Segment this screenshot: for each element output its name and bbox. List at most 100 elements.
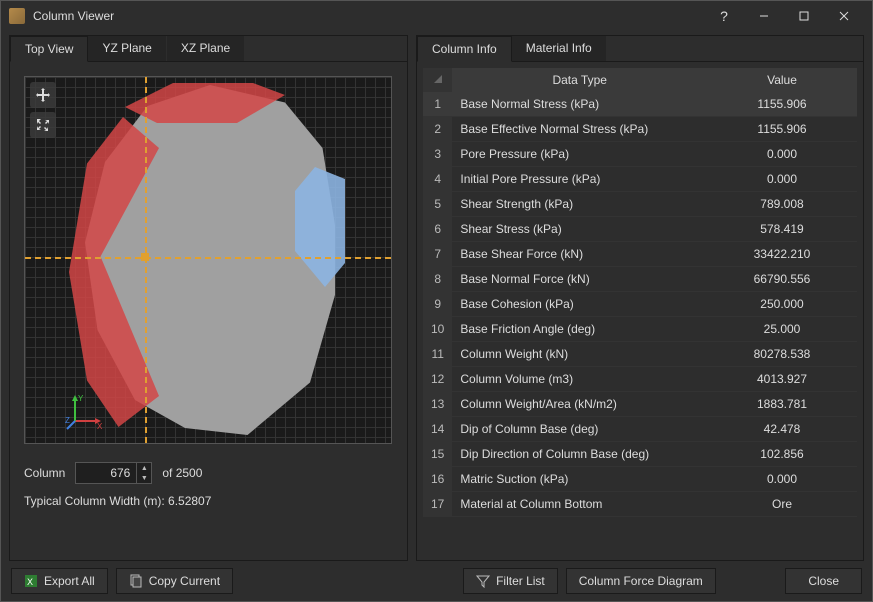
help-button[interactable]: ? xyxy=(704,2,744,30)
cell-data-type: Column Volume (m3) xyxy=(452,367,707,392)
window: Column Viewer ? Top View YZ Plane XZ Pla… xyxy=(0,0,873,602)
content: Top View YZ Plane XZ Plane xyxy=(1,31,872,561)
cell-data-type: Base Normal Stress (kPa) xyxy=(452,92,707,117)
table-row[interactable]: 11Column Weight (kN)80278.538 xyxy=(423,342,857,367)
svg-text:X: X xyxy=(97,422,103,431)
table-row[interactable]: 10Base Friction Angle (deg)25.000 xyxy=(423,317,857,342)
footer: X Export All Copy Current Filter List Co… xyxy=(1,561,872,601)
close-button[interactable]: Close xyxy=(785,568,862,594)
column-input[interactable] xyxy=(76,466,136,480)
tab-xz-plane[interactable]: XZ Plane xyxy=(167,36,245,61)
cell-value: Ore xyxy=(707,492,857,517)
table-row[interactable]: 4Initial Pore Pressure (kPa)0.000 xyxy=(423,167,857,192)
table-row[interactable]: 7Base Shear Force (kN)33422.210 xyxy=(423,242,857,267)
row-number: 15 xyxy=(423,442,452,467)
table-row[interactable]: 3Pore Pressure (kPa)0.000 xyxy=(423,142,857,167)
cell-value: 42.478 xyxy=(707,417,857,442)
svg-text:X: X xyxy=(27,577,33,587)
left-tabs: Top View YZ Plane XZ Plane xyxy=(10,36,407,62)
table-row[interactable]: 16Matric Suction (kPa)0.000 xyxy=(423,467,857,492)
row-number: 13 xyxy=(423,392,452,417)
tab-material-info[interactable]: Material Info xyxy=(512,36,607,61)
table-row[interactable]: 13Column Weight/Area (kN/m2)1883.781 xyxy=(423,392,857,417)
viewport[interactable]: X Y Z xyxy=(24,76,392,444)
row-number: 17 xyxy=(423,492,452,517)
copy-icon xyxy=(129,574,143,588)
cell-value: 1155.906 xyxy=(707,117,857,142)
row-number: 12 xyxy=(423,367,452,392)
export-all-button[interactable]: X Export All xyxy=(11,568,108,594)
filter-list-button[interactable]: Filter List xyxy=(463,568,558,594)
cell-value: 250.000 xyxy=(707,292,857,317)
close-window-button[interactable] xyxy=(824,2,864,30)
expand-icon xyxy=(35,117,51,133)
cell-data-type: Column Weight/Area (kN/m2) xyxy=(452,392,707,417)
cell-value: 80278.538 xyxy=(707,342,857,367)
table-row[interactable]: 9Base Cohesion (kPa)250.000 xyxy=(423,292,857,317)
cell-value: 1155.906 xyxy=(707,92,857,117)
header-data-type[interactable]: Data Type xyxy=(452,68,707,92)
tab-top-view[interactable]: Top View xyxy=(10,36,88,62)
maximize-icon xyxy=(799,11,809,21)
info-table-wrap[interactable]: Data Type Value 1Base Normal Stress (kPa… xyxy=(423,68,857,554)
pan-tool[interactable] xyxy=(30,82,56,108)
cell-value: 4013.927 xyxy=(707,367,857,392)
table-row[interactable]: 14Dip of Column Base (deg)42.478 xyxy=(423,417,857,442)
cell-value: 33422.210 xyxy=(707,242,857,267)
row-number: 3 xyxy=(423,142,452,167)
cell-value: 1883.781 xyxy=(707,392,857,417)
header-value[interactable]: Value xyxy=(707,68,857,92)
table-row[interactable]: 6Shear Stress (kPa)578.419 xyxy=(423,217,857,242)
typical-width: Typical Column Width (m): 6.52807 xyxy=(10,484,407,522)
column-step-up[interactable]: ▲ xyxy=(137,463,151,473)
tab-yz-plane[interactable]: YZ Plane xyxy=(88,36,166,61)
column-force-diagram-button[interactable]: Column Force Diagram xyxy=(566,568,716,594)
table-row[interactable]: 12Column Volume (m3)4013.927 xyxy=(423,367,857,392)
table-row[interactable]: 8Base Normal Force (kN)66790.556 xyxy=(423,267,857,292)
row-number: 2 xyxy=(423,117,452,142)
row-number: 7 xyxy=(423,242,452,267)
excel-icon: X xyxy=(24,574,38,588)
cell-value: 0.000 xyxy=(707,142,857,167)
table-row[interactable]: 15Dip Direction of Column Base (deg)102.… xyxy=(423,442,857,467)
cell-data-type: Shear Strength (kPa) xyxy=(452,192,707,217)
row-number: 5 xyxy=(423,192,452,217)
cell-data-type: Matric Suction (kPa) xyxy=(452,467,707,492)
axis-gizmo: X Y Z xyxy=(65,391,105,431)
minimize-button[interactable] xyxy=(744,2,784,30)
row-number: 10 xyxy=(423,317,452,342)
maximize-button[interactable] xyxy=(784,2,824,30)
row-number: 6 xyxy=(423,217,452,242)
table-row[interactable]: 2Base Effective Normal Stress (kPa)1155.… xyxy=(423,117,857,142)
cell-data-type: Base Shear Force (kN) xyxy=(452,242,707,267)
column-label: Column xyxy=(24,466,65,480)
rownum-header[interactable] xyxy=(423,68,452,92)
info-table: Data Type Value 1Base Normal Stress (kPa… xyxy=(423,68,857,517)
table-row[interactable]: 1Base Normal Stress (kPa)1155.906 xyxy=(423,92,857,117)
table-row[interactable]: 5Shear Strength (kPa)789.008 xyxy=(423,192,857,217)
column-selector-row: Column ▲ ▼ of 2500 xyxy=(10,458,407,484)
right-panel: Column Info Material Info Data Type Valu… xyxy=(416,35,864,561)
move-icon xyxy=(35,87,51,103)
table-row[interactable]: 17Material at Column BottomOre xyxy=(423,492,857,517)
cell-data-type: Initial Pore Pressure (kPa) xyxy=(452,167,707,192)
cell-value: 66790.556 xyxy=(707,267,857,292)
copy-current-button[interactable]: Copy Current xyxy=(116,568,233,594)
cell-data-type: Shear Stress (kPa) xyxy=(452,217,707,242)
viewport-tools xyxy=(30,82,56,138)
row-number: 8 xyxy=(423,267,452,292)
column-spinbox[interactable]: ▲ ▼ xyxy=(75,462,152,484)
tab-column-info[interactable]: Column Info xyxy=(417,36,512,62)
cell-value: 25.000 xyxy=(707,317,857,342)
column-total: of 2500 xyxy=(162,466,202,480)
titlebar: Column Viewer ? xyxy=(1,1,872,31)
cell-data-type: Base Normal Force (kN) xyxy=(452,267,707,292)
fit-tool[interactable] xyxy=(30,112,56,138)
column-step-down[interactable]: ▼ xyxy=(137,473,151,483)
row-number: 1 xyxy=(423,92,452,117)
crosshair-horizontal xyxy=(25,257,391,259)
window-title: Column Viewer xyxy=(33,9,704,23)
cell-value: 0.000 xyxy=(707,467,857,492)
cell-value: 0.000 xyxy=(707,167,857,192)
app-icon xyxy=(9,8,25,24)
